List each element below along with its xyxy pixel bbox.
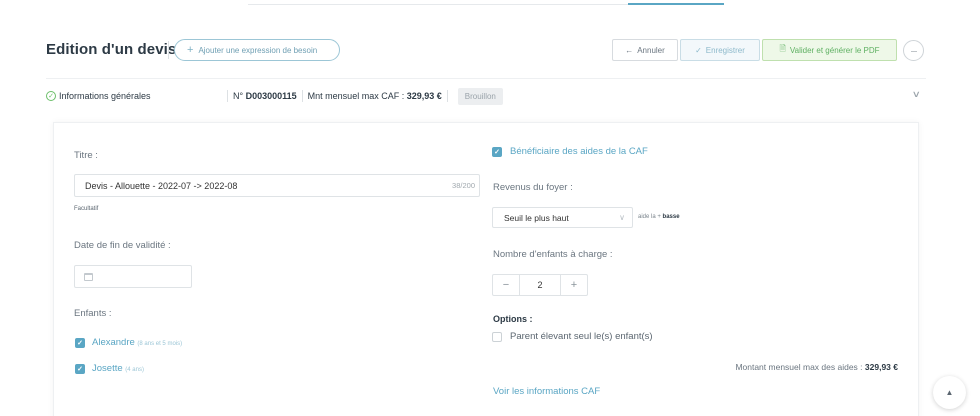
title-divider [168,41,169,59]
max-amount: Mnt mensuel max CAF : 329,93 € [308,91,442,101]
title-label: Titre : [74,150,98,161]
quote-number: N° D003000115 [233,91,297,101]
income-selected-value: Seuil le plus haut [504,212,569,223]
children-count-stepper[interactable]: − 2 + [492,274,588,296]
aid-note-bold: basse [662,214,680,220]
income-select[interactable]: Seuil le plus haut ∨ [492,207,633,228]
document-icon: 🗎 [779,44,786,53]
add-need-button[interactable]: + Ajouter une expression de besoin [174,39,340,61]
divider [301,90,303,102]
options-label: Options : [493,314,533,324]
caf-beneficiary-label[interactable]: Bénéficiaire des aides de la CAF [510,146,648,157]
title-char-counter: 38/200 [452,181,475,190]
child-checkbox-alexandre[interactable]: ✓ [75,338,85,348]
caf-beneficiary-checkbox[interactable]: ✓ [492,147,502,157]
ellipsis-icon: ··· [910,45,918,56]
active-tab-indicator [628,3,724,5]
page-title: Edition d'un devis [46,41,177,58]
max-aid-label: Montant mensuel max des aides : [735,362,865,372]
single-parent-label[interactable]: Parent élevant seul le(s) enfant(s) [510,331,653,342]
children-label: Enfants : [74,308,112,319]
caret-up-icon: ▲ [945,388,954,397]
save-label: Enregistrer [705,45,745,55]
aid-note-prefix: aide la + [638,214,663,220]
cancel-button[interactable]: ← Annuler [612,39,678,61]
chevron-down-icon[interactable]: ∨ [912,89,921,100]
title-hint: Facultatif [74,206,99,212]
max-aid-total: Montant mensuel max des aides : 329,93 € [735,362,898,372]
child-item-alexandre[interactable]: Alexandre (8 ans et 5 mois) [92,337,182,348]
income-label: Revenus du foyer : [493,182,573,193]
save-button[interactable]: ✓ Enregistrer [680,39,760,61]
title-input[interactable]: Devis - Allouette - 2022-07 -> 2022-08 3… [74,174,480,197]
child-name: Josette [92,363,123,374]
add-need-label: Ajouter une expression de besoin [198,45,318,55]
child-age: (8 ans et 5 mois) [137,341,183,347]
divider [227,90,228,102]
check-circle-icon: ✓ [46,91,56,101]
title-input-value: Devis - Allouette - 2022-07 -> 2022-08 [85,180,238,191]
decrement-button[interactable]: − [493,275,519,295]
chevron-down-icon: ∨ [619,213,625,222]
aid-note: aide la + basse [638,214,680,220]
header-divider [46,78,926,79]
child-item-josette[interactable]: Josette (4 ans) [92,363,144,374]
arrow-left-icon: ← [625,45,634,55]
caf-info-link[interactable]: Voir les informations CAF [493,386,600,397]
calendar-icon [84,272,93,281]
max-amount-value: 329,93 € [406,91,442,101]
single-parent-checkbox[interactable] [492,332,502,342]
validate-label: Valider et générer le PDF [789,45,880,55]
quote-number-prefix: N° [233,91,246,101]
divider [446,90,448,102]
child-name: Alexandre [92,337,135,348]
check-icon: ✓ [695,45,702,55]
cancel-label: Annuler [637,45,665,55]
children-count-value[interactable]: 2 [519,275,561,295]
validity-date-label: Date de fin de validité : [74,240,171,251]
general-info-bar[interactable]: ✓ Informations générales N° D003000115 M… [46,86,926,106]
quote-number-value: D003000115 [245,91,297,101]
max-amount-label: Mnt mensuel max CAF : [307,91,407,101]
child-checkbox-josette[interactable]: ✓ [75,364,85,374]
increment-button[interactable]: + [561,275,587,295]
child-age: (4 ans) [125,367,144,373]
validate-pdf-button[interactable]: 🗎 Valider et générer le PDF [762,39,897,61]
children-count-label: Nombre d'enfants à charge : [493,249,613,260]
general-info-label: Informations générales [59,91,151,101]
more-options-button[interactable]: ··· [903,40,924,61]
status-badge: Brouillon [457,87,503,105]
plus-icon: + [187,44,194,56]
max-aid-value: 329,93 € [864,362,898,372]
validity-date-input[interactable] [74,265,192,288]
scroll-to-top-button[interactable]: ▲ [933,376,966,409]
